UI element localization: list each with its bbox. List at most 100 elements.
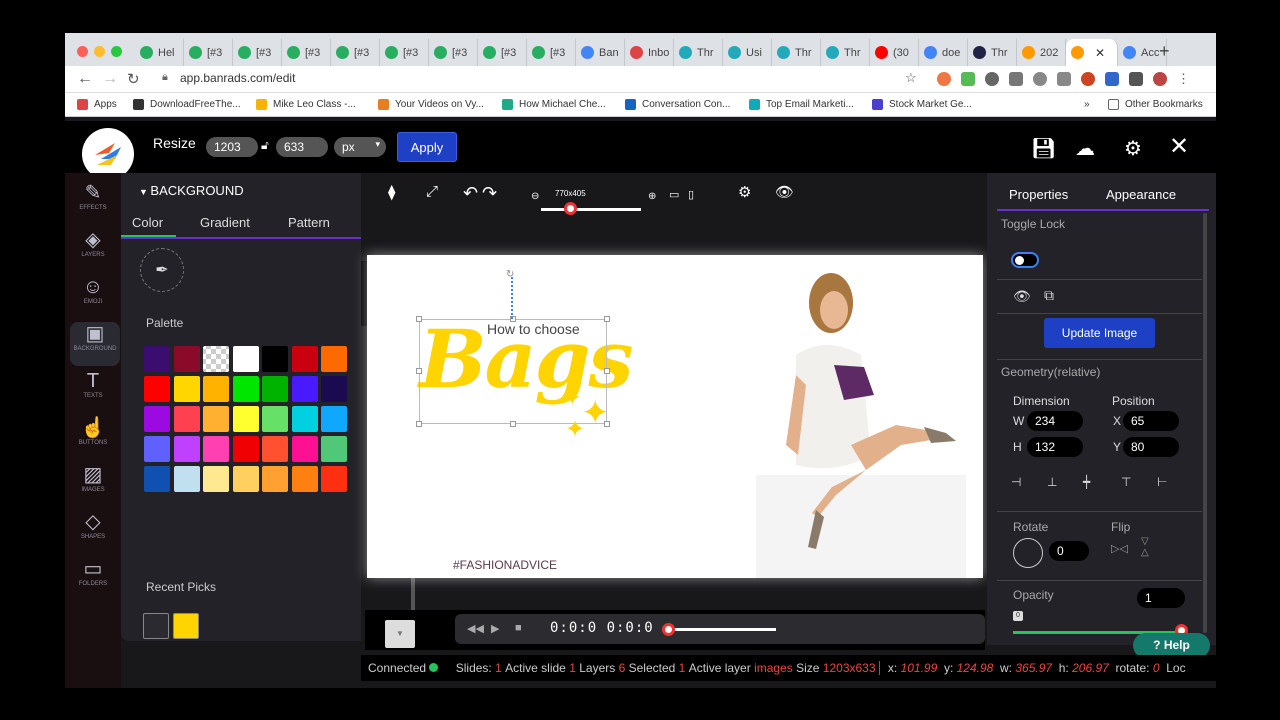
browser-menu-icon[interactable]: ⋮	[1177, 72, 1191, 86]
stop-icon[interactable]: ■	[515, 622, 522, 634]
bookmark-item[interactable]: Your Videos on Vy...	[378, 99, 484, 110]
align-bottom-icon[interactable]: ⊥	[1047, 475, 1057, 489]
gear-icon[interactable]: ⚙	[738, 183, 751, 201]
color-swatch[interactable]	[232, 376, 259, 402]
lock-toggle[interactable]	[1011, 252, 1039, 268]
flip-vertical-icon[interactable]: ▽ △	[1141, 536, 1149, 558]
timeline-dropdown[interactable]: ▼	[385, 620, 415, 648]
extensions-puzzle-icon[interactable]	[1129, 72, 1143, 86]
desktop-icon[interactable]: ▭	[669, 188, 679, 201]
color-swatch[interactable]	[173, 406, 200, 432]
color-swatch[interactable]	[232, 406, 259, 432]
color-swatch[interactable]	[321, 466, 347, 492]
tab-gradient[interactable]: Gradient	[200, 215, 250, 230]
browser-tab[interactable]: doe	[919, 39, 968, 66]
browser-tab[interactable]: Thr	[674, 39, 723, 66]
browser-tab[interactable]: Inbo	[625, 39, 674, 66]
resize-handle[interactable]	[604, 316, 610, 322]
new-tab-button[interactable]: +	[1159, 41, 1170, 62]
browser-tab[interactable]: [#3	[478, 39, 527, 66]
width-input[interactable]: 1203	[206, 137, 258, 157]
bookmark-item[interactable]: How Michael Che...	[502, 99, 606, 110]
bookmark-star-icon[interactable]: ☆	[905, 70, 917, 86]
align-top-icon[interactable]: ⊤	[1121, 475, 1131, 489]
color-swatch[interactable]	[232, 466, 259, 492]
rotate-field[interactable]: 0	[1049, 541, 1089, 561]
zoom-in-icon[interactable]: ⊕	[648, 191, 656, 202]
duplicate-icon[interactable]: ⧉	[1044, 287, 1054, 304]
rail-item-shapes[interactable]: ◇ SHAPES	[65, 510, 121, 554]
color-swatch[interactable]	[173, 376, 200, 402]
color-swatch[interactable]	[173, 436, 200, 462]
tab-appearance[interactable]: Appearance	[1106, 187, 1176, 202]
browser-tab[interactable]: [#3	[331, 39, 380, 66]
resize-handle[interactable]	[510, 421, 516, 427]
browser-tab[interactable]: [#3	[282, 39, 331, 66]
height-input[interactable]: 633	[276, 137, 328, 157]
color-swatch[interactable]	[203, 466, 229, 492]
rail-item-background[interactable]: ▣ BACKGROUND	[70, 322, 120, 366]
minimize-window-button[interactable]	[94, 46, 105, 57]
resize-handle[interactable]	[416, 368, 422, 374]
color-swatch[interactable]	[203, 436, 229, 462]
lock-icon[interactable]: 🔒︎	[162, 71, 168, 84]
save-icon[interactable]: 💾︎	[1031, 136, 1056, 161]
rotate-icon[interactable]: ↻	[506, 269, 514, 280]
color-swatch[interactable]	[321, 406, 347, 432]
unit-select[interactable]: px ▾	[334, 137, 386, 157]
rail-item-folders[interactable]: ▭ FOLDERS	[65, 557, 121, 601]
other-bookmarks[interactable]: Other Bookmarks	[1108, 99, 1203, 110]
sparkle-icon[interactable]: ✦ ✦ ✦	[563, 385, 610, 443]
banner-canvas[interactable]: Bags How to choose ↻ ✦ ✦ ✦ #FASHIONADVICE	[367, 255, 983, 578]
extension-icon[interactable]	[961, 72, 975, 86]
bookmark-item[interactable]: Top Email Marketi...	[749, 99, 854, 110]
zoom-slider-handle[interactable]	[564, 202, 577, 215]
color-swatch[interactable]	[203, 376, 229, 402]
panel-scrollbar[interactable]	[1203, 213, 1207, 633]
rail-item-emoji[interactable]: ☺ EMOJI	[65, 275, 121, 319]
browser-tab[interactable]: [#3	[380, 39, 429, 66]
width-field[interactable]: 234	[1027, 411, 1083, 431]
zoom-out-icon[interactable]: ⊖	[531, 191, 539, 202]
rail-item-buttons[interactable]: ☝ BUTTONS	[65, 416, 121, 460]
gear-icon[interactable]: ⚙	[1124, 136, 1142, 161]
color-swatch[interactable]	[321, 376, 347, 402]
color-swatch[interactable]	[144, 406, 170, 432]
flip-horizontal-icon[interactable]: ▷◁	[1111, 542, 1128, 555]
color-swatch[interactable]	[321, 346, 347, 372]
color-swatch[interactable]	[262, 436, 288, 462]
bookmark-item[interactable]: Stock Market Ge...	[872, 99, 972, 110]
bookmark-item[interactable]: Mike Leo Class -...	[256, 99, 356, 110]
tab-pattern[interactable]: Pattern	[288, 215, 330, 230]
browser-tab[interactable]: [#3	[527, 39, 576, 66]
color-swatch[interactable]	[232, 346, 259, 372]
extension-icon[interactable]	[1009, 72, 1023, 86]
x-field[interactable]: 65	[1123, 411, 1179, 431]
aspect-lock-icon[interactable]: 🔓︎	[261, 138, 269, 153]
browser-tab[interactable]: [#3	[184, 39, 233, 66]
browser-tab[interactable]: Thr	[772, 39, 821, 66]
color-swatch[interactable]	[262, 466, 288, 492]
extension-icon[interactable]	[937, 72, 951, 86]
visibility-eye-icon[interactable]: 👁︎	[1013, 288, 1031, 305]
recent-color-swatch[interactable]	[143, 613, 169, 639]
bookmark-item[interactable]: Apps	[77, 99, 117, 110]
align-left-icon[interactable]: ⊣	[1011, 475, 1021, 489]
align-right-icon[interactable]: ⊢	[1157, 475, 1167, 489]
align-center-icon[interactable]: ┿	[1083, 475, 1090, 489]
resize-handle[interactable]	[604, 368, 610, 374]
browser-tab[interactable]: [#3	[233, 39, 282, 66]
bookmarks-overflow-button[interactable]: »	[1084, 99, 1090, 110]
bookmark-item[interactable]: DownloadFreeThe...	[133, 99, 241, 110]
rewind-icon[interactable]: ◀◀	[467, 622, 484, 635]
color-swatch[interactable]	[291, 376, 318, 402]
rotate-dial[interactable]	[1013, 538, 1043, 568]
close-icon[interactable]: ✕	[1169, 132, 1189, 161]
browser-tab-active[interactable]: ✕	[1066, 39, 1118, 66]
browser-tab[interactable]: [#3	[429, 39, 478, 66]
extension-icon[interactable]	[1033, 72, 1047, 86]
browser-tab[interactable]: Hel	[135, 39, 184, 66]
color-swatch[interactable]	[203, 346, 229, 372]
extension-icon[interactable]	[1105, 72, 1119, 86]
reload-icon[interactable]: ↻	[127, 70, 140, 88]
